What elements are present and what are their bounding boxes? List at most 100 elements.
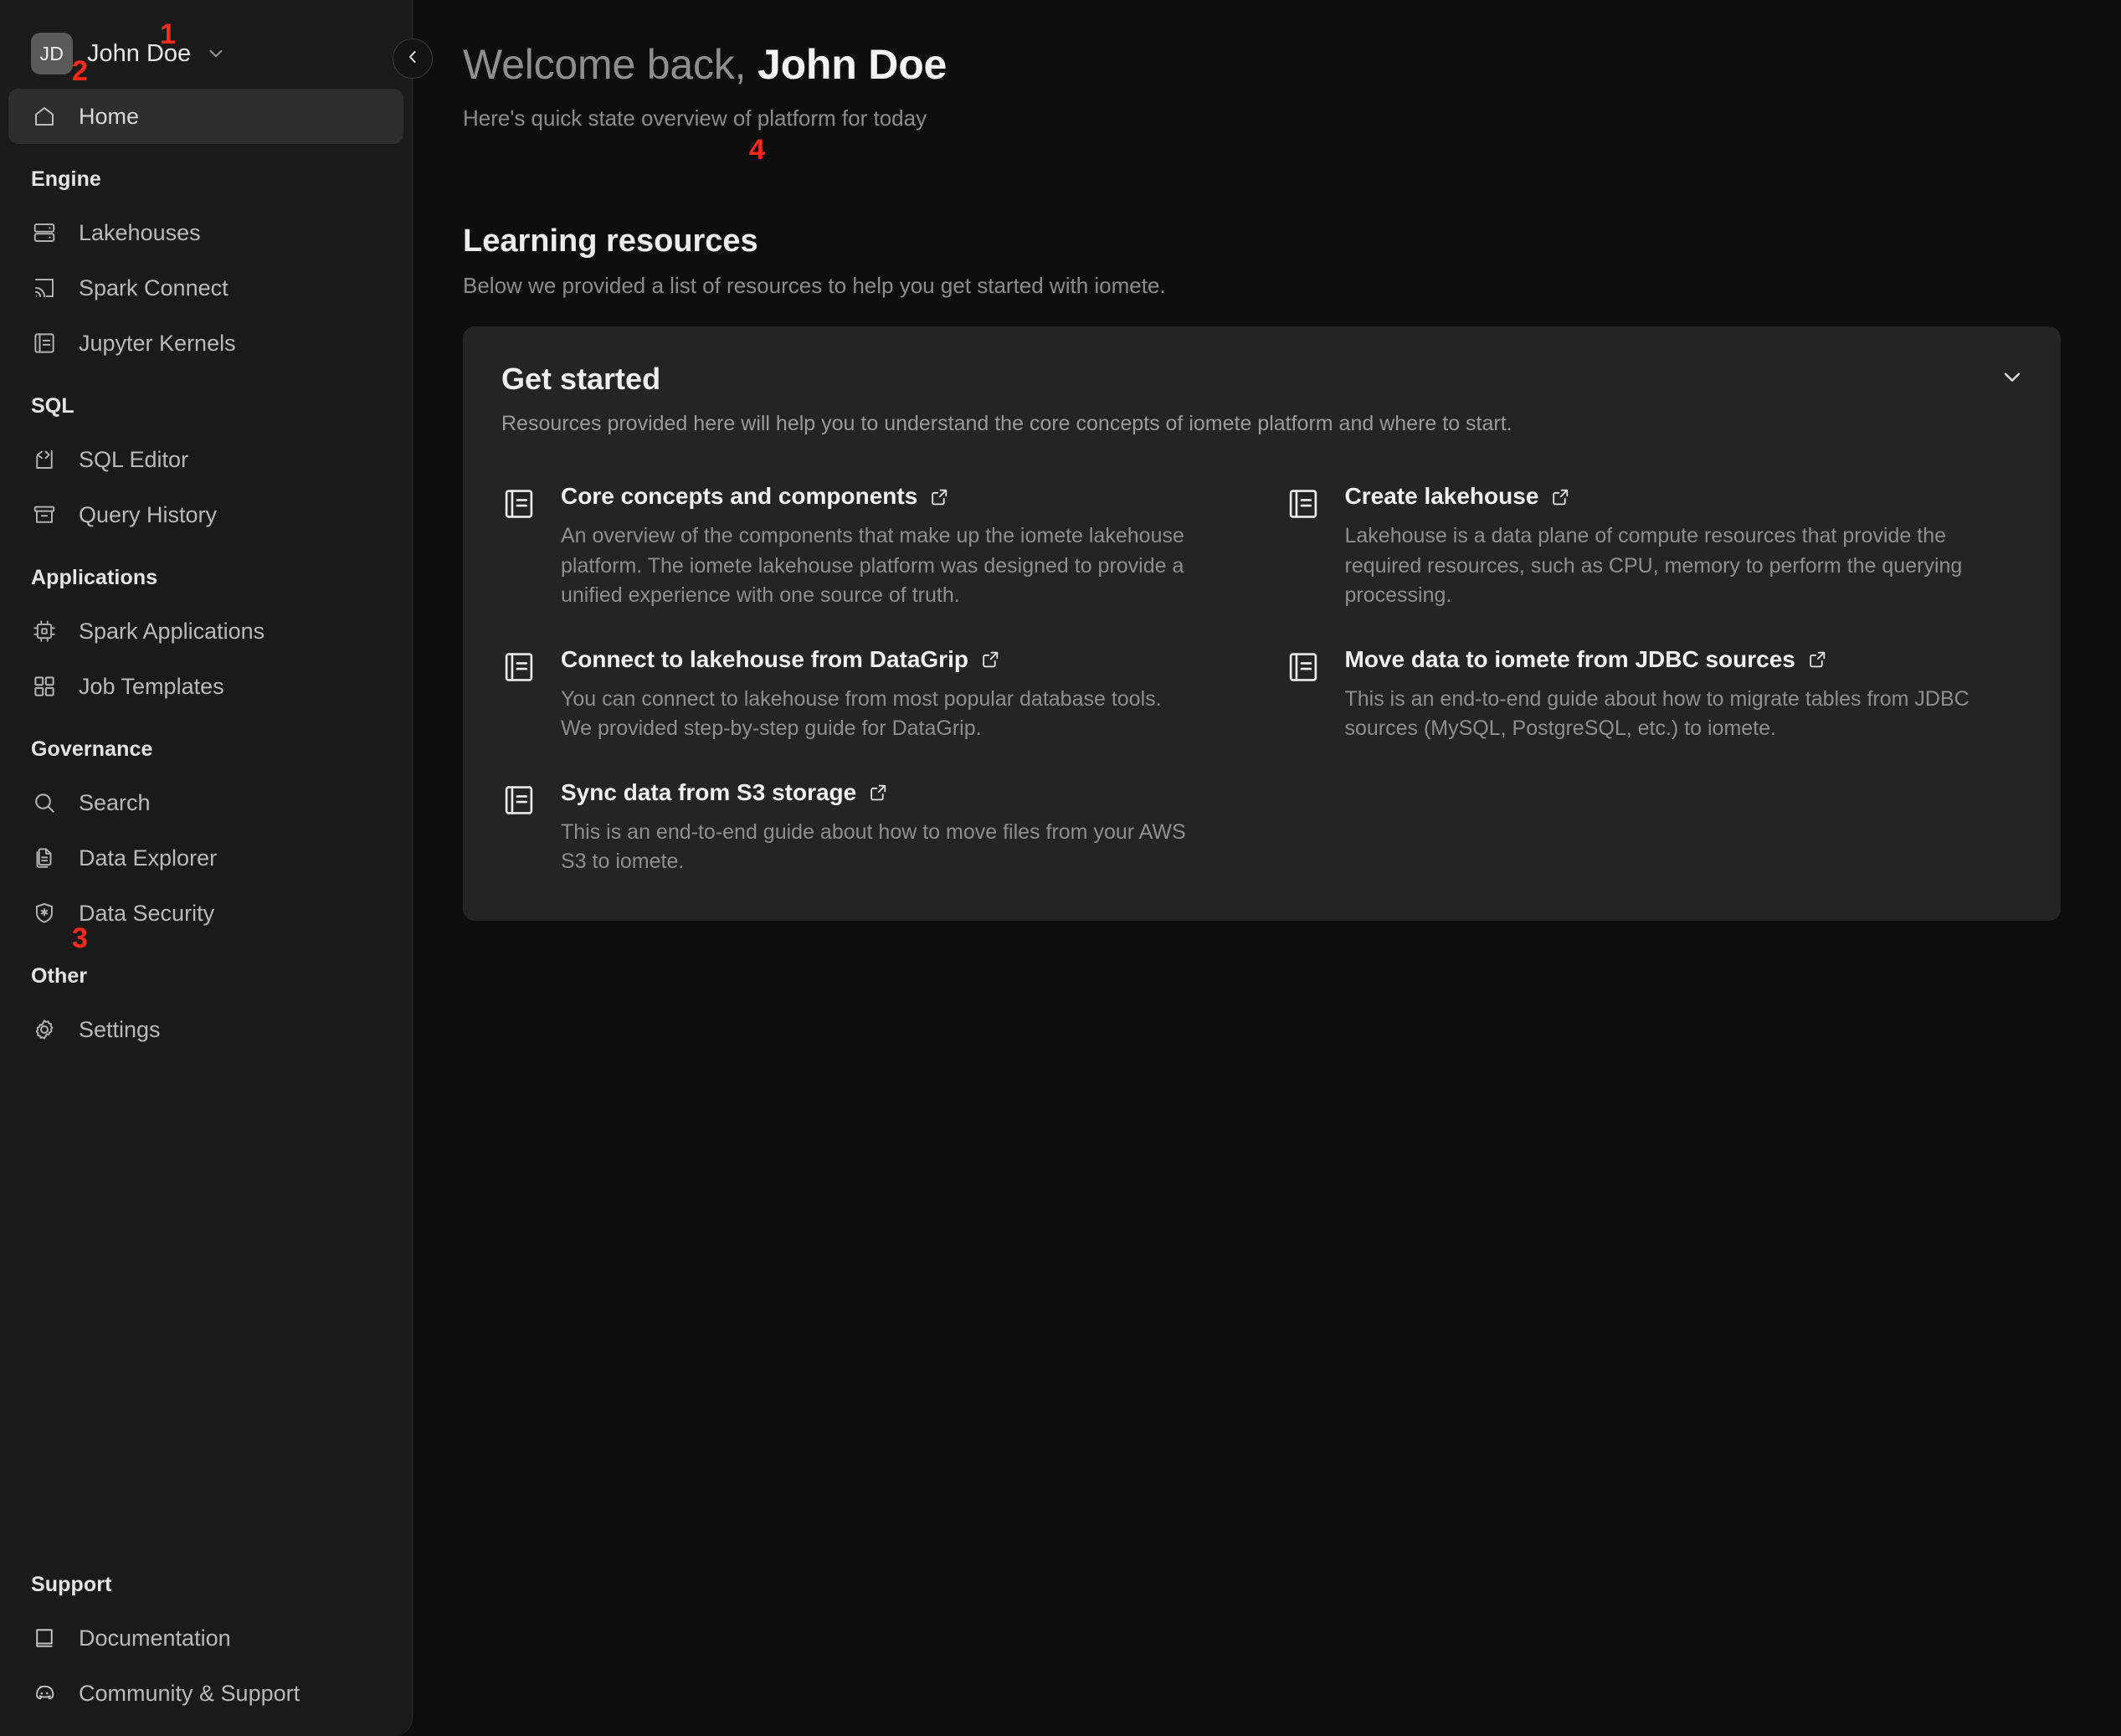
app-root: JD John Doe Home Engine Lakehouses Spark… [0, 0, 2121, 1736]
sidebar-item-label: Home [79, 103, 140, 129]
card-title: Get started [501, 362, 661, 396]
resource-description: Lakehouse is a data plane of compute res… [1344, 524, 1963, 607]
sidebar-item-label: Documentation [79, 1625, 231, 1651]
annotation-marker-3: 3 [72, 922, 88, 954]
sidebar: JD John Doe Home Engine Lakehouses Spark… [0, 0, 433, 1736]
resource-item[interactable]: Sync data from S3 storage This is an end… [501, 779, 1239, 877]
resource-description: This is an end-to-end guide about how to… [1344, 686, 1970, 741]
sidebar-item-data-explorer[interactable]: Data Explorer [8, 830, 403, 886]
avatar: JD [31, 33, 73, 74]
page-title: Welcome back, John Doe [463, 40, 2067, 89]
sidebar-item-label: Settings [79, 1016, 161, 1042]
sidebar-item-job-templates[interactable]: Job Templates [8, 659, 403, 714]
sidebar-item-label: Data Security [79, 900, 215, 926]
resource-header: Connect to lakehouse from DataGrip [561, 646, 1197, 673]
resource-description: An overview of the components that make … [561, 524, 1184, 607]
sidebar-item-query-history[interactable]: Query History [8, 487, 403, 542]
section-title-learning-resources: Learning resources [463, 223, 758, 259]
section-subtitle: Below we provided a list of resources to… [463, 273, 1166, 298]
resource-body: Connect to lakehouse from DataGrip You c… [561, 646, 1197, 744]
sidebar-item-search[interactable]: Search [8, 775, 403, 830]
sidebar-group-engine: Engine [31, 167, 101, 191]
sidebar-item-community-support[interactable]: Community & Support [8, 1666, 403, 1721]
sidebar-item-label: Spark Applications [79, 618, 265, 644]
search-icon [30, 788, 59, 817]
sidebar-item-spark-applications[interactable]: Spark Applications [8, 603, 403, 659]
external-link-icon[interactable] [1807, 649, 1828, 670]
resource-title: Move data to iomete from JDBC sources [1344, 645, 1795, 672]
page-subtitle: Here's quick state overview of platform … [463, 105, 927, 131]
welcome-user-name: John Doe [757, 41, 948, 88]
sidebar-item-label: Community & Support [79, 1680, 300, 1706]
sidebar-group-support: Support [31, 1573, 112, 1596]
resource-body: Core concepts and components An overview… [561, 483, 1197, 611]
sidebar-item-label: Job Templates [79, 673, 224, 699]
sidebar-group-other: Other [31, 964, 88, 988]
resource-header: Move data to iomete from JDBC sources [1345, 646, 1981, 673]
database-icon [30, 218, 59, 247]
sidebar-item-jupyter-kernels[interactable]: Jupyter Kernels [8, 316, 403, 371]
home-icon [30, 102, 59, 131]
sidebar-group-applications: Applications [31, 566, 158, 589]
resource-grid: Core concepts and components An overview… [501, 483, 2022, 877]
resource-description: You can connect to lakehouse from most p… [561, 686, 1162, 741]
book-icon [1286, 646, 1321, 744]
sidebar-item-label: Search [79, 789, 151, 815]
resource-title: Create lakehouse [1344, 483, 1539, 509]
sidebar-item-data-security[interactable]: Data Security [8, 886, 403, 941]
resource-item[interactable]: Connect to lakehouse from DataGrip You c… [501, 646, 1239, 744]
sidebar-item-sql-editor[interactable]: SQL Editor [8, 432, 403, 487]
book-open-icon [30, 1624, 59, 1652]
resource-item[interactable]: Core concepts and components An overview… [501, 483, 1239, 611]
card-collapse-toggle[interactable] [1999, 363, 2026, 394]
sidebar-item-spark-connect[interactable]: Spark Connect [8, 260, 403, 316]
cast-icon [30, 274, 59, 302]
sidebar-item-label: Spark Connect [79, 275, 229, 300]
chevron-down-icon [1999, 372, 2026, 393]
sidebar-item-label: SQL Editor [79, 446, 189, 472]
shield-star-icon [30, 899, 59, 927]
sidebar-collapse-button[interactable] [393, 39, 433, 79]
sidebar-nav: Home Engine Lakehouses Spark Connect Jup… [0, 77, 412, 1549]
annotation-marker-1: 1 [160, 18, 176, 50]
sidebar-item-label: Jupyter Kernels [79, 330, 236, 356]
documents-icon [30, 844, 59, 872]
book-icon [501, 483, 537, 611]
book-icon [501, 779, 537, 877]
sidebar-item-lakehouses[interactable]: Lakehouses [8, 205, 403, 260]
resource-header: Sync data from S3 storage [561, 779, 1197, 806]
resource-title: Core concepts and components [561, 483, 918, 509]
code-file-icon [30, 445, 59, 474]
resource-title: Sync data from S3 storage [561, 778, 857, 805]
welcome-prefix: Welcome back, [463, 41, 758, 88]
card-subtitle: Resources provided here will help you to… [501, 412, 1512, 435]
annotation-marker-2: 2 [72, 55, 88, 87]
resource-body: Move data to iomete from JDBC sources Th… [1345, 646, 1981, 744]
discord-icon [30, 1679, 59, 1708]
sidebar-item-home[interactable]: Home [8, 89, 403, 144]
get-started-card: Get started Resources provided here will… [463, 326, 2061, 921]
resource-body: Sync data from S3 storage This is an end… [561, 779, 1197, 877]
sidebar-item-label: Data Explorer [79, 845, 218, 871]
resource-header: Core concepts and components [561, 483, 1197, 510]
external-link-icon[interactable] [1550, 486, 1571, 507]
resource-item[interactable]: Create lakehouse Lakehouse is a data pla… [1286, 483, 2023, 611]
profile-switcher[interactable]: JD John Doe [0, 0, 412, 77]
annotation-marker-4: 4 [749, 134, 765, 166]
sidebar-group-sql: SQL [31, 394, 74, 418]
sidebar-item-documentation[interactable]: Documentation [8, 1610, 403, 1666]
external-link-icon[interactable] [868, 782, 889, 803]
external-link-icon[interactable] [929, 486, 950, 507]
gear-icon [30, 1015, 59, 1044]
sidebar-item-label: Lakehouses [79, 219, 201, 245]
sidebar-item-settings[interactable]: Settings [8, 1002, 403, 1057]
resource-header: Create lakehouse [1345, 483, 1981, 510]
book-icon [30, 329, 59, 357]
resource-item[interactable]: Move data to iomete from JDBC sources Th… [1286, 646, 2023, 744]
main-content: Welcome back, John Doe Here's quick stat… [413, 0, 2121, 1736]
external-link-icon[interactable] [980, 649, 1001, 670]
sidebar-group-governance: Governance [31, 737, 153, 761]
resource-title: Connect to lakehouse from DataGrip [561, 645, 968, 672]
sidebar-support-section: Support Documentation Community & Suppor… [0, 1549, 412, 1736]
resource-body: Create lakehouse Lakehouse is a data pla… [1345, 483, 1981, 611]
